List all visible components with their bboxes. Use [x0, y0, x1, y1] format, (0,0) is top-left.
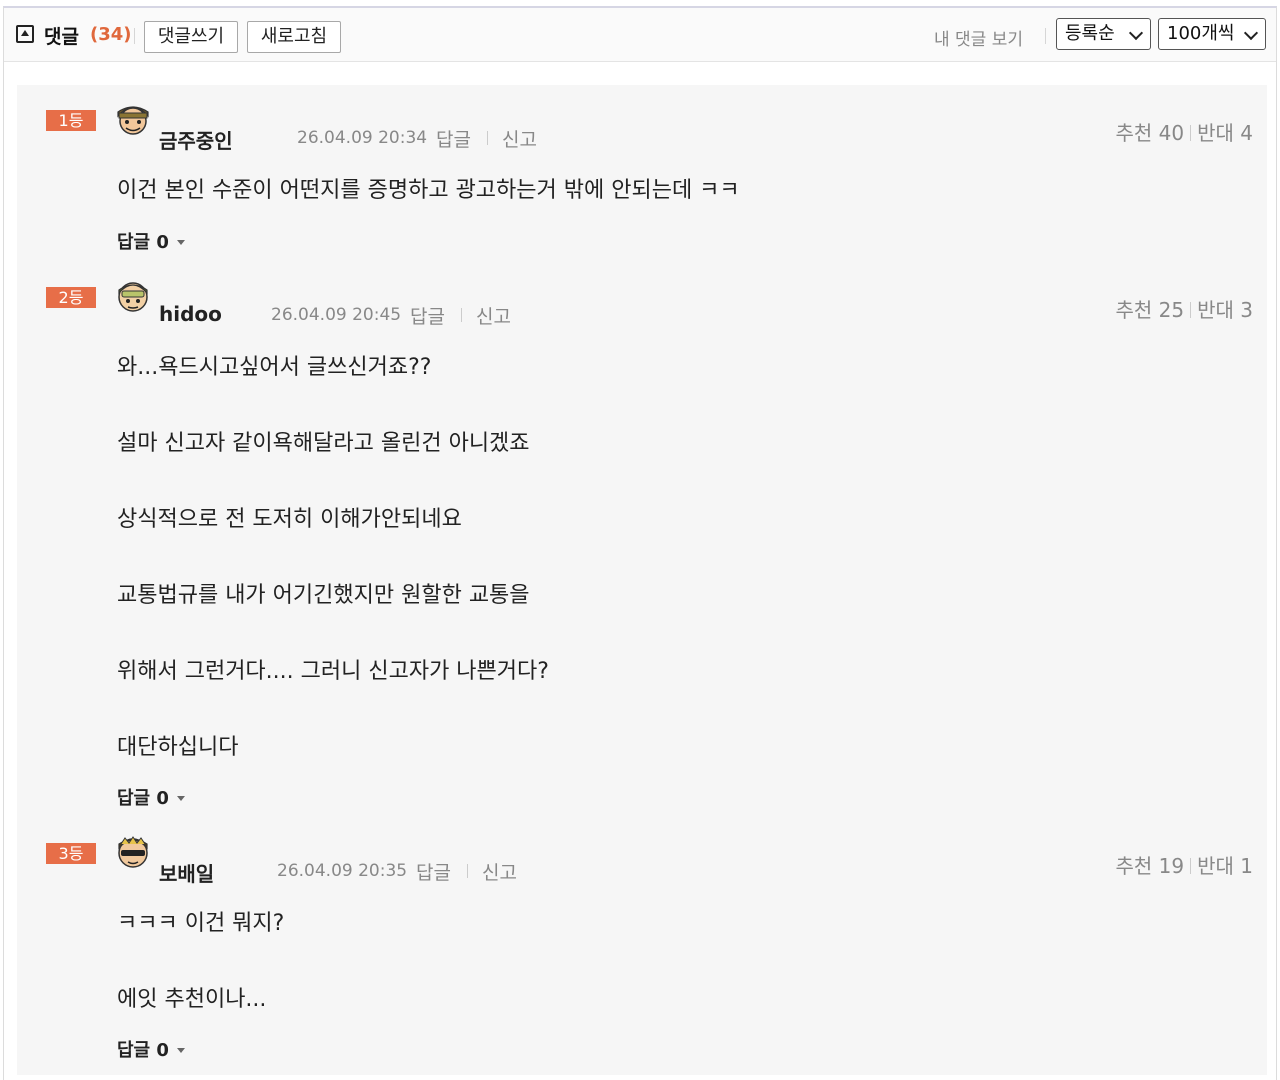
comment-count: (34) [90, 24, 132, 45]
recommend-count[interactable]: 추천 19 [1116, 854, 1185, 878]
sort-select[interactable]: 등록순 [1056, 18, 1151, 50]
author-nickname[interactable]: 보배일 [159, 858, 214, 887]
rank-badge: 3등 [46, 843, 96, 864]
my-comments-link[interactable]: 내 댓글 보기 [934, 25, 1023, 50]
author-nickname[interactable]: hidoo [159, 302, 222, 326]
chevron-down-icon [1128, 25, 1144, 41]
replies-toggle[interactable]: 답글 0 [117, 784, 185, 810]
recommend-count[interactable]: 추천 40 [1116, 121, 1185, 145]
per-page-select[interactable]: 100개씩 [1158, 18, 1266, 50]
collapse-toggle-icon[interactable] [16, 25, 34, 43]
comment-section: 댓글 (34) 댓글쓰기 새로고침 내 댓글 보기 등록순 100개씩 1등 금… [3, 6, 1277, 1080]
rank-badge: 1등 [46, 110, 96, 131]
comment-text: 위해서 그런거다.... 그러니 신고자가 나쁜거다? [117, 659, 549, 684]
comment-date: 26.04.09 20:45 [271, 305, 402, 325]
replies-toggle[interactable]: 답글 0 [117, 228, 185, 254]
comment-text: 상식적으로 전 도저히 이해가안되네요 [117, 507, 462, 532]
replies-count: 답글 0 [117, 1040, 169, 1061]
vote-counts: 추천 19 반대 1 [1116, 850, 1254, 879]
comment-list: 1등 금주중인 26.04.09 20:34 답글 신고 추천 40 반대 4 이… [17, 85, 1267, 1075]
caret-down-icon [176, 240, 185, 245]
avatar-icon[interactable] [115, 100, 151, 136]
sort-select-value: 등록순 [1065, 23, 1115, 44]
comment-text: ㅋㅋㅋ 이건 뭐지? [117, 911, 285, 936]
comment-date: 26.04.09 20:34 [297, 128, 428, 148]
replies-toggle[interactable]: 답글 0 [117, 1036, 185, 1062]
reply-link[interactable]: 답글 [416, 858, 451, 885]
comment-text: 교통법규를 내가 어기긴했지만 원할한 교통을 [117, 583, 530, 608]
chevron-down-icon [1243, 25, 1259, 41]
reply-link[interactable]: 답글 [410, 302, 445, 329]
refresh-button[interactable]: 새로고침 [247, 21, 341, 53]
divider [487, 131, 488, 145]
reply-link[interactable]: 답글 [436, 125, 471, 152]
oppose-count[interactable]: 반대 1 [1197, 854, 1253, 878]
recommend-count[interactable]: 추천 25 [1116, 298, 1185, 322]
per-page-select-value: 100개씩 [1167, 23, 1235, 44]
divider [467, 864, 468, 878]
avatar-icon[interactable] [115, 277, 151, 313]
replies-count: 답글 0 [117, 788, 169, 809]
vote-counts: 추천 25 반대 3 [1116, 294, 1254, 323]
avatar-icon[interactable] [115, 833, 151, 869]
divider [134, 28, 135, 44]
comment-header: 댓글 (34) 댓글쓰기 새로고침 내 댓글 보기 등록순 100개씩 [4, 8, 1276, 62]
comment-text: 설마 신고자 같이욕해달라고 올린건 아니겠죠 [117, 431, 530, 456]
replies-count: 답글 0 [117, 232, 169, 253]
caret-down-icon [176, 796, 185, 801]
report-link[interactable]: 신고 [482, 858, 517, 885]
oppose-count[interactable]: 반대 3 [1197, 298, 1253, 322]
comment-text: 와...욕드시고싶어서 글쓰신거죠?? [117, 355, 432, 380]
comment-date: 26.04.09 20:35 [277, 861, 408, 881]
report-link[interactable]: 신고 [476, 302, 511, 329]
comment-text: 대단하십니다 [117, 735, 239, 760]
report-link[interactable]: 신고 [502, 125, 537, 152]
oppose-count[interactable]: 반대 4 [1197, 121, 1253, 145]
caret-down-icon [176, 1048, 185, 1053]
comment-text: 에잇 추천이나... [117, 987, 267, 1012]
write-comment-button[interactable]: 댓글쓰기 [144, 21, 238, 53]
divider [1045, 28, 1046, 44]
divider [461, 308, 462, 322]
comment-text: 이건 본인 수준이 어떤지를 증명하고 광고하는거 밖에 안되는데 ㅋㅋ [117, 178, 740, 203]
author-nickname[interactable]: 금주중인 [159, 125, 233, 154]
vote-counts: 추천 40 반대 4 [1116, 117, 1254, 146]
rank-badge: 2등 [46, 287, 96, 308]
comment-title: 댓글 [44, 26, 79, 48]
